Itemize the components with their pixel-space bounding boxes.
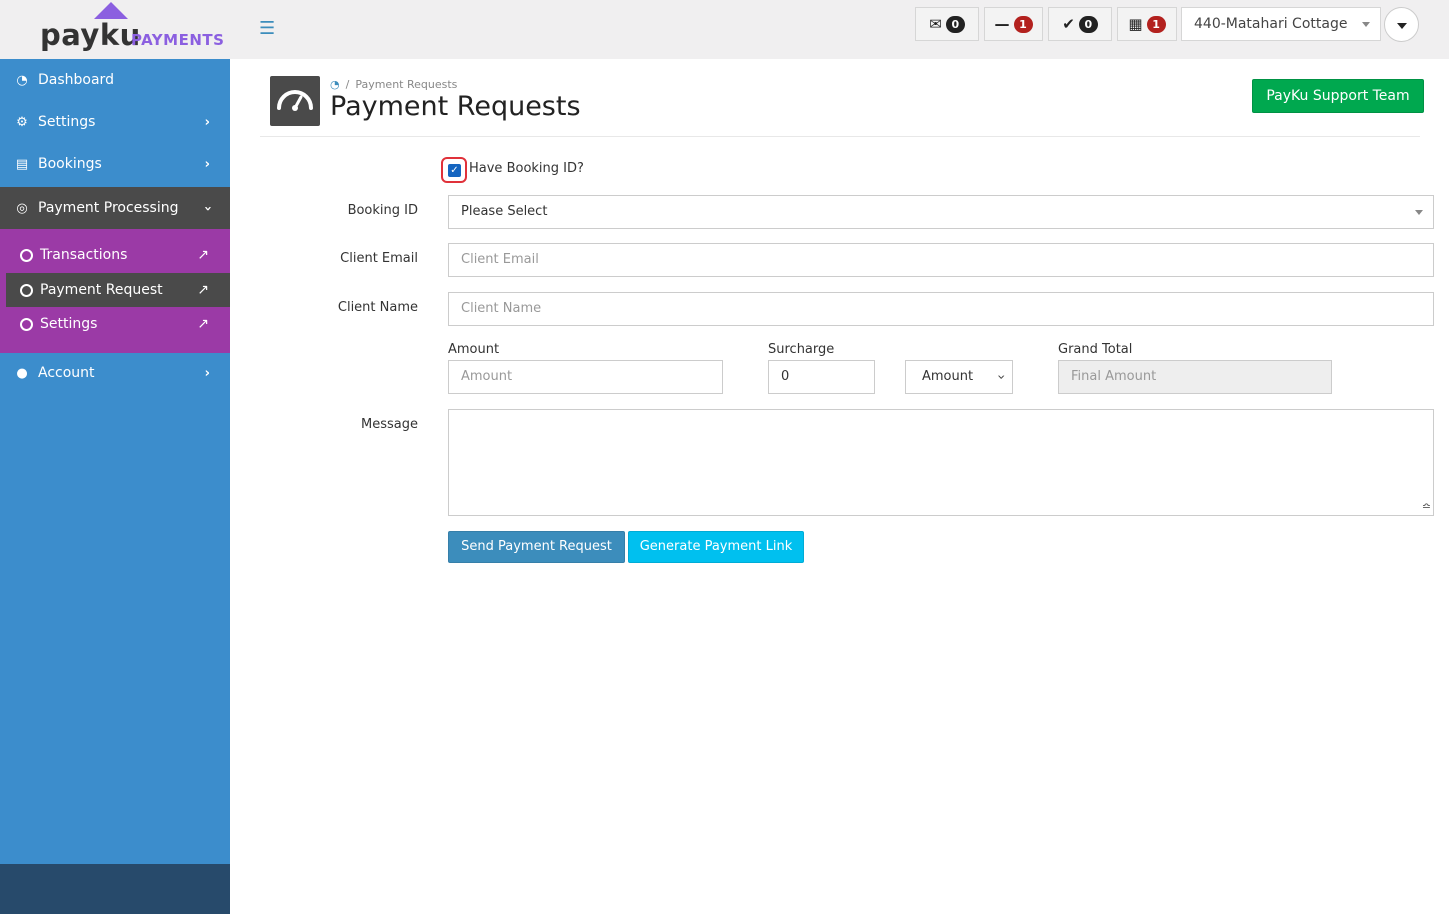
sidebar-item-account[interactable]: ● Account ›	[0, 352, 230, 394]
pending-badge: 1	[1013, 15, 1033, 33]
booking-id-select-value: Please Select	[461, 204, 548, 219]
grand-total-input: Final Amount	[1058, 360, 1332, 394]
logo-subtitle: PAYMENTS	[131, 31, 225, 49]
external-link-icon: ↗	[197, 247, 209, 263]
submenu-item-payment-request[interactable]: Payment Request ↗	[6, 273, 230, 307]
booking-id-label: Booking ID	[347, 203, 418, 218]
user-menu-toggle[interactable]	[1384, 7, 1419, 42]
page-title: Payment Requests	[330, 91, 581, 122]
external-link-icon: ↗	[197, 282, 209, 298]
messages-button[interactable]: ✉ 0	[915, 7, 979, 41]
user-icon: ●	[16, 365, 28, 381]
caret-down-icon	[1397, 23, 1407, 29]
chevron-right-icon: ›	[204, 365, 210, 381]
sidebar-item-label: Bookings	[38, 156, 102, 172]
message-textarea[interactable]: ≏	[448, 409, 1434, 516]
property-select[interactable]: 440-Matahari Cottage	[1181, 7, 1381, 41]
have-booking-id-label: Have Booking ID?	[469, 161, 584, 176]
submenu-item-transactions[interactable]: Transactions ↗	[0, 238, 230, 272]
send-payment-request-button[interactable]: Send Payment Request	[448, 531, 625, 563]
messages-badge: 0	[945, 15, 965, 33]
booking-id-select[interactable]: Please Select	[448, 195, 1434, 229]
calendar-icon: ▦	[1128, 15, 1143, 33]
checkbox-focus-ring: ✓	[441, 157, 467, 183]
breadcrumb-current: Payment Requests	[355, 78, 458, 91]
circle-icon	[20, 248, 33, 262]
minus-icon: —	[994, 15, 1010, 33]
grand-total-label: Grand Total	[1058, 342, 1133, 357]
header-divider	[260, 136, 1420, 137]
property-select-value: 440-Matahari Cottage	[1194, 16, 1348, 32]
target-icon: ◎	[16, 200, 28, 216]
sidebar-item-settings[interactable]: ⚙ Settings ›	[0, 101, 230, 143]
breadcrumb-separator: /	[345, 78, 350, 91]
amount-label: Amount	[448, 342, 500, 357]
sidebar-item-label: Dashboard	[38, 72, 114, 88]
logo-wordmark: payku	[40, 18, 141, 52]
calendar-button[interactable]: ▦ 1	[1117, 7, 1177, 41]
pending-button[interactable]: — 1	[984, 7, 1043, 41]
breadcrumb: ◔ / Payment Requests	[330, 78, 457, 91]
client-email-input[interactable]: Client Email	[448, 243, 1434, 277]
support-team-button[interactable]: PayKu Support Team	[1252, 79, 1424, 113]
submenu-item-label: Payment Request	[40, 282, 163, 298]
menu-toggle-icon[interactable]: ☰	[259, 18, 275, 39]
submenu-item-settings[interactable]: Settings ↗	[0, 307, 230, 341]
circle-icon	[20, 317, 33, 331]
resize-handle-icon[interactable]: ≏	[1422, 500, 1431, 513]
chevron-right-icon: ›	[204, 114, 210, 130]
check-icon: ✔	[1062, 15, 1075, 33]
sidebar-item-bookings[interactable]: ▤ Bookings ›	[0, 143, 230, 185]
dashboard-home-icon[interactable]: ◔	[330, 78, 340, 91]
sidebar-item-label: Account	[38, 365, 95, 381]
top-navbar: payku PAYMENTS ☰ ✉ 0 — 1 ✔ 0 ▦ 1 440-Mat…	[0, 0, 1449, 59]
calendar-badge: 1	[1146, 15, 1166, 33]
caret-down-icon	[1415, 210, 1423, 215]
client-email-label: Client Email	[340, 251, 418, 266]
completed-badge: 0	[1078, 15, 1098, 33]
circle-icon	[20, 283, 33, 297]
client-name-label: Client Name	[337, 300, 418, 315]
sidebar-footer	[0, 864, 230, 914]
chevron-down-icon: ›	[199, 205, 215, 211]
amount-input[interactable]: Amount	[448, 360, 723, 394]
surcharge-label: Surcharge	[768, 342, 835, 357]
sidebar-item-payment-processing[interactable]: ◎ Payment Processing ›	[0, 187, 230, 229]
surcharge-type-value: Amount	[922, 369, 974, 384]
submenu-item-label: Settings	[40, 316, 98, 332]
speedometer-icon	[270, 76, 320, 126]
message-label: Message	[361, 417, 418, 432]
brand-logo[interactable]: payku PAYMENTS	[0, 0, 230, 59]
sidebar-item-dashboard[interactable]: ◔ Dashboard	[0, 59, 230, 101]
envelope-open-icon: ✉	[929, 15, 942, 33]
bookings-icon: ▤	[15, 156, 29, 172]
dashboard-icon: ◔	[16, 72, 28, 88]
sidebar-item-label: Settings	[38, 114, 96, 130]
caret-down-icon	[1362, 22, 1370, 27]
generate-payment-link-button[interactable]: Generate Payment Link	[628, 531, 804, 563]
surcharge-type-select[interactable]: Amount ›	[905, 360, 1013, 394]
client-name-input[interactable]: Client Name	[448, 292, 1434, 326]
gear-icon: ⚙	[16, 114, 28, 130]
chevron-down-icon: ›	[993, 374, 1010, 380]
sidebar-item-label: Payment Processing	[38, 200, 179, 216]
surcharge-input[interactable]: 0	[768, 360, 875, 394]
logo-triangle-icon	[94, 2, 128, 19]
chevron-right-icon: ›	[204, 156, 210, 172]
completed-button[interactable]: ✔ 0	[1048, 7, 1112, 41]
external-link-icon: ↗	[197, 316, 209, 332]
have-booking-id-checkbox[interactable]: ✓	[448, 164, 461, 177]
submenu-item-label: Transactions	[40, 247, 128, 263]
